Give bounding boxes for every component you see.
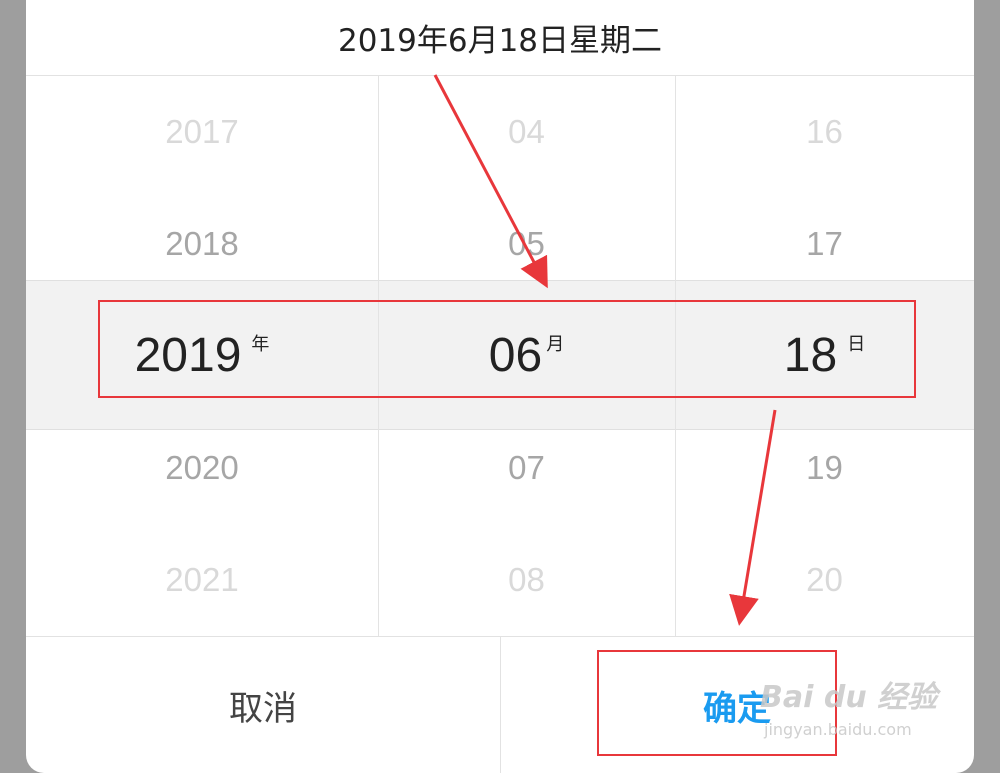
year-selected-value: 2019 xyxy=(134,328,242,382)
day-selected[interactable]: 18 日 xyxy=(675,280,974,430)
year-option[interactable]: 2021 xyxy=(26,524,378,636)
date-picker-wheels: 2017 2018 2019 年 2020 2021 04 05 06 月 07 0… xyxy=(26,76,974,636)
day-option[interactable]: 16 xyxy=(675,76,974,188)
month-option[interactable]: 04 xyxy=(378,76,675,188)
cancel-button[interactable]: 取消 xyxy=(26,637,500,773)
year-wheel[interactable]: 2017 2018 2019 年 2020 2021 xyxy=(26,76,378,636)
month-selected-value: 06 xyxy=(488,328,543,382)
month-option[interactable]: 07 xyxy=(378,412,675,524)
dialog-footer: 取消 确定 xyxy=(26,636,974,773)
confirm-button[interactable]: 确定 xyxy=(500,637,974,773)
day-option[interactable]: 20 xyxy=(675,524,974,636)
month-option[interactable]: 08 xyxy=(378,524,675,636)
year-unit: 年 xyxy=(251,334,270,354)
month-wheel[interactable]: 04 05 06 月 07 08 xyxy=(378,76,675,636)
date-picker-dialog: 2019年6月18日星期二 2017 2018 2019 年 2020 2021 … xyxy=(26,0,974,773)
year-selected[interactable]: 2019 年 xyxy=(26,280,378,430)
day-option[interactable]: 19 xyxy=(675,412,974,524)
dialog-title: 2019年6月18日星期二 xyxy=(26,0,974,76)
day-wheel[interactable]: 16 17 18 日 19 20 xyxy=(675,76,974,636)
month-unit: 月 xyxy=(546,334,565,354)
day-selected-value: 18 xyxy=(783,328,838,382)
month-selected[interactable]: 06 月 xyxy=(378,280,675,430)
day-unit: 日 xyxy=(847,334,866,354)
year-option[interactable]: 2017 xyxy=(26,76,378,188)
year-option[interactable]: 2020 xyxy=(26,412,378,524)
